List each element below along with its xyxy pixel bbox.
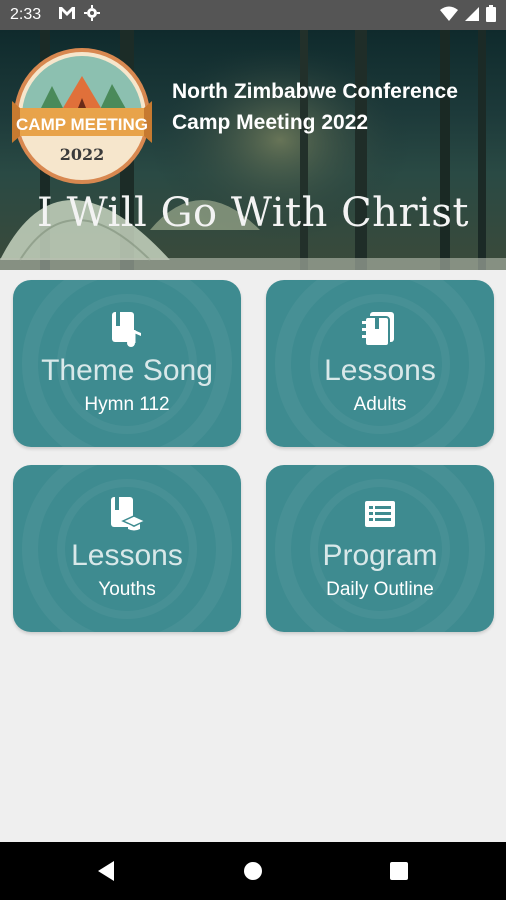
logo-year: 2022 bbox=[60, 145, 105, 164]
title-line-2: Camp Meeting 2022 bbox=[172, 111, 369, 134]
battery-icon bbox=[486, 5, 496, 27]
card-title: Lessons bbox=[324, 354, 436, 387]
card-subtitle: Hymn 112 bbox=[84, 394, 170, 415]
conference-title: North Zimbabwe Conference Camp Meeting 2… bbox=[172, 76, 492, 138]
theme-motto: I Will Go With Christ bbox=[37, 190, 469, 236]
status-time: 2:33 bbox=[10, 6, 42, 23]
camp-meeting-logo: CAMP MEETING 2022 bbox=[12, 46, 152, 186]
card-title: Lessons bbox=[71, 539, 183, 572]
gmail-icon bbox=[58, 6, 76, 25]
status-bar: 2:33 bbox=[0, 0, 506, 30]
lessons-youths-card[interactable]: Lessons Youths bbox=[13, 465, 241, 632]
android-navigation-bar bbox=[0, 842, 506, 900]
wifi-icon bbox=[440, 6, 458, 27]
graduation-book-icon bbox=[13, 495, 241, 535]
card-subtitle: Adults bbox=[353, 394, 407, 415]
notebook-icon bbox=[266, 310, 494, 350]
home-icon[interactable] bbox=[243, 861, 263, 886]
card-subtitle: Daily Outline bbox=[326, 579, 434, 600]
header-banner: CAMP MEETING 2022 North Zimbabwe Confere… bbox=[0, 30, 506, 270]
card-subtitle: Youths bbox=[98, 579, 156, 600]
logo-text: CAMP MEETING bbox=[16, 115, 148, 134]
title-line-1: North Zimbabwe Conference bbox=[172, 80, 458, 103]
card-title: Program bbox=[322, 539, 438, 572]
card-title: Theme Song bbox=[41, 354, 213, 387]
music-book-icon bbox=[13, 310, 241, 350]
program-card[interactable]: Program Daily Outline bbox=[266, 465, 494, 632]
lessons-adults-card[interactable]: Lessons Adults bbox=[266, 280, 494, 447]
theme-song-card[interactable]: Theme Song Hymn 112 bbox=[13, 280, 241, 447]
recents-icon[interactable] bbox=[390, 862, 408, 885]
list-icon bbox=[266, 495, 494, 535]
back-icon[interactable] bbox=[96, 860, 116, 887]
signal-icon bbox=[464, 6, 480, 27]
settings-gear-icon bbox=[84, 5, 100, 26]
